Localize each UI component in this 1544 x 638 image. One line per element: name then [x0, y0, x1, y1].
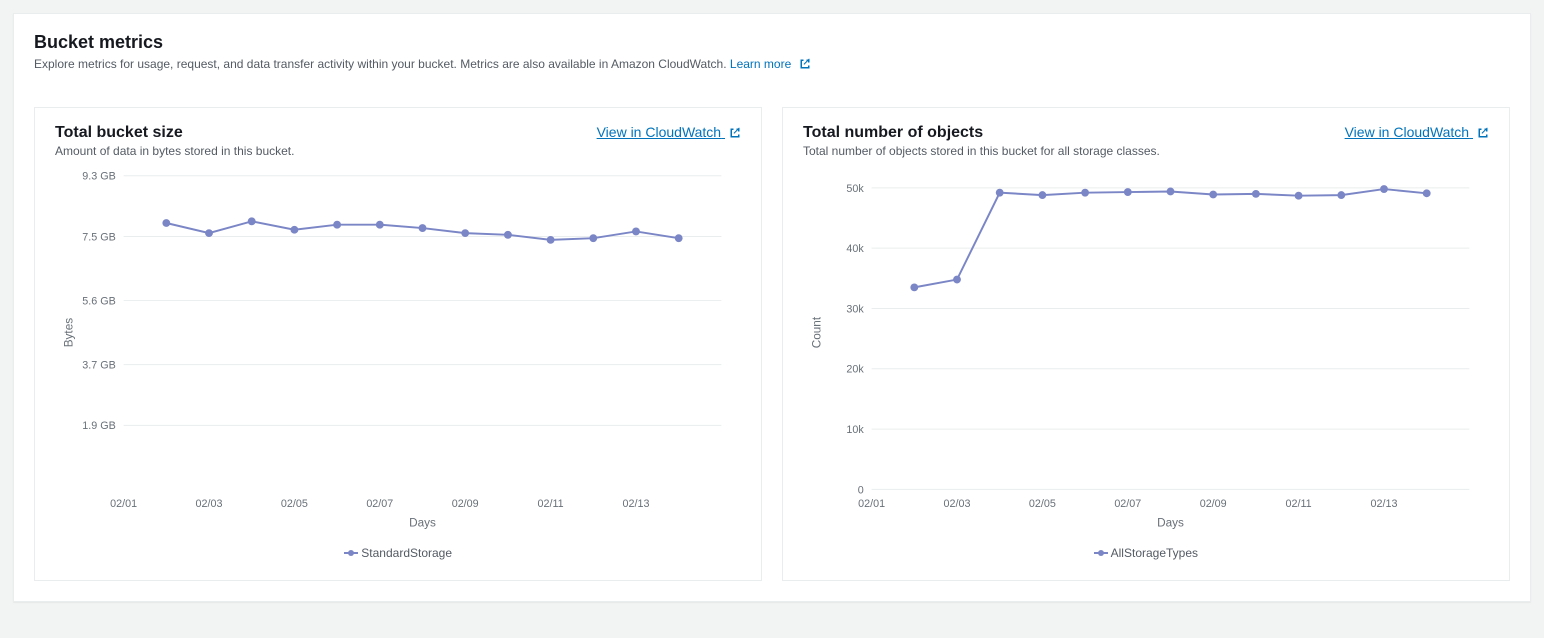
svg-text:02/07: 02/07: [366, 498, 393, 510]
card-object-count: Total number of objects Total number of …: [782, 107, 1510, 581]
legend-label-size: StandardStorage: [361, 546, 452, 560]
card-subtitle-objects: Total number of objects stored in this b…: [803, 144, 1160, 158]
svg-text:0: 0: [858, 484, 864, 496]
svg-text:Days: Days: [409, 517, 436, 530]
svg-text:40k: 40k: [846, 243, 864, 255]
chart-bucket-size: 1.9 GB 3.7 GB 5.6 GB 7.5 GB 9.3 GB 02/01 02/03…: [55, 166, 741, 560]
svg-text:02/13: 02/13: [623, 498, 650, 510]
view-cloudwatch-objects-link[interactable]: View in CloudWatch: [1345, 124, 1489, 140]
svg-text:50k: 50k: [846, 183, 864, 195]
external-link-icon: [1477, 127, 1489, 139]
svg-text:02/07: 02/07: [1114, 498, 1141, 510]
svg-text:20k: 20k: [846, 364, 864, 376]
chart-object-count: 0 10k 20k 30k 40k 50k 02/01 02/03 02/05 02/07 02/0…: [803, 166, 1489, 560]
svg-text:02/01: 02/01: [858, 498, 885, 510]
svg-text:02/05: 02/05: [281, 498, 308, 510]
panel-subtitle: Explore metrics for usage, request, and …: [34, 57, 1510, 71]
svg-text:10k: 10k: [846, 424, 864, 436]
svg-text:5.6 GB: 5.6 GB: [82, 295, 116, 307]
svg-text:Count: Count: [811, 316, 824, 348]
panel-header: Bucket metrics Explore metrics for usage…: [14, 14, 1530, 91]
svg-text:02/03: 02/03: [196, 498, 223, 510]
card-title-size: Total bucket size: [55, 124, 294, 142]
svg-text:30k: 30k: [846, 303, 864, 315]
svg-text:9.3 GB: 9.3 GB: [82, 171, 116, 183]
svg-text:Bytes: Bytes: [63, 318, 76, 348]
legend-size: StandardStorage: [55, 546, 741, 560]
svg-text:02/11: 02/11: [1286, 498, 1312, 510]
external-link-icon: [799, 58, 811, 70]
svg-text:02/03: 02/03: [944, 498, 971, 510]
charts-row: Total bucket size Amount of data in byte…: [14, 91, 1530, 601]
svg-text:Days: Days: [1157, 517, 1184, 530]
legend-objects: AllStorageTypes: [803, 546, 1489, 560]
external-link-icon: [729, 127, 741, 139]
svg-text:3.7 GB: 3.7 GB: [82, 360, 116, 372]
svg-text:02/13: 02/13: [1371, 498, 1398, 510]
svg-text:02/11: 02/11: [538, 498, 564, 510]
panel-title: Bucket metrics: [34, 32, 1510, 53]
card-subtitle-size: Amount of data in bytes stored in this b…: [55, 144, 294, 158]
learn-more-link[interactable]: Learn more: [730, 57, 811, 71]
svg-text:7.5 GB: 7.5 GB: [82, 231, 116, 243]
svg-text:02/05: 02/05: [1029, 498, 1056, 510]
svg-text:02/09: 02/09: [1200, 498, 1227, 510]
svg-text:02/09: 02/09: [452, 498, 479, 510]
view-cloudwatch-size-link[interactable]: View in CloudWatch: [597, 124, 741, 140]
svg-text:1.9 GB: 1.9 GB: [82, 420, 116, 432]
svg-text:02/01: 02/01: [110, 498, 137, 510]
panel-subtitle-text: Explore metrics for usage, request, and …: [34, 57, 727, 71]
legend-label-objects: AllStorageTypes: [1111, 546, 1198, 560]
metrics-panel: Bucket metrics Explore metrics for usage…: [13, 13, 1531, 602]
card-bucket-size: Total bucket size Amount of data in byte…: [34, 107, 762, 581]
card-title-objects: Total number of objects: [803, 124, 1160, 142]
